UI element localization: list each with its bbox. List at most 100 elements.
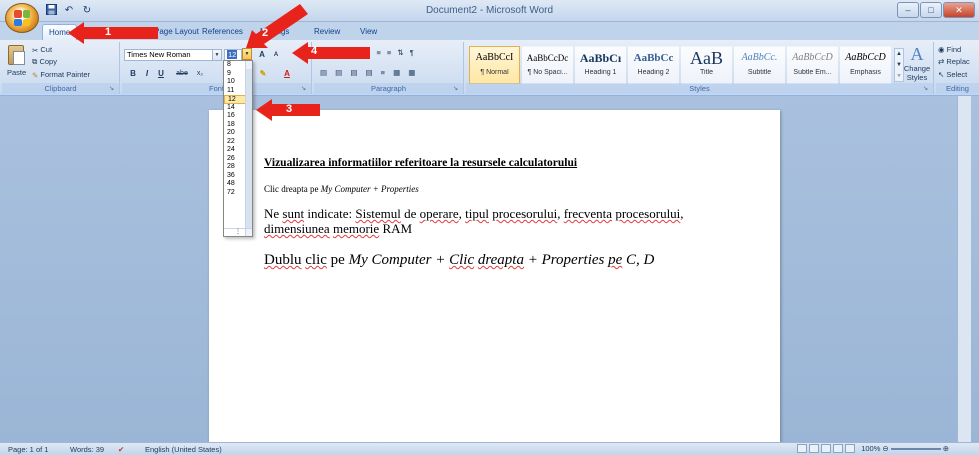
text-run: procesorului [615,206,681,221]
clipboard-launcher-icon[interactable]: ↘ [109,85,117,93]
doc-line2-prefix: Clic dreapta pe [264,184,321,194]
word-count[interactable]: Words: 39 [70,445,104,454]
print-layout-view-icon[interactable] [797,444,808,453]
text-run: dreapta [477,252,524,268]
zoom-in-icon[interactable]: ⊕ [943,444,949,453]
maximize-button[interactable]: □ [920,2,942,18]
format-painter-button[interactable]: ✎ Format Painter [32,70,90,80]
select-button[interactable]: ↖ Select [938,70,967,79]
grow-font-label: A [259,50,265,59]
paste-button-label[interactable]: Paste [7,68,26,77]
bold-button[interactable]: B [128,68,138,80]
window-controls: – □ ✕ [897,2,975,18]
change-styles-label-2: Styles [906,73,928,82]
draft-view-icon[interactable] [845,444,856,453]
ribbon: Paste ✂ Cut ⧉ Copy ✎ Format Painter Clip… [0,40,979,96]
select-icon: ↖ [938,70,945,79]
text-run: pe [608,252,623,268]
office-button[interactable] [5,3,39,33]
full-screen-view-icon[interactable] [809,444,820,453]
text-run: , [680,206,684,221]
outline-view-icon[interactable] [833,444,844,453]
styles-launcher-icon[interactable]: ↘ [923,85,931,93]
style-preview: AaBbCı [579,51,622,65]
style-name: Emphasis [850,69,881,76]
zoom-slider[interactable] [890,447,941,450]
scroll-thumb[interactable] [246,69,252,229]
replace-button[interactable]: ⇄ Replac [938,57,970,66]
vertical-scrollbar[interactable] [957,96,971,442]
change-styles-button[interactable]: A Change Styles [902,44,932,82]
font-name-dropdown-icon[interactable]: ▼ [212,50,221,60]
text-run: Sistemul [355,206,401,221]
copy-label: Copy [39,57,57,66]
text-run: C, D [622,252,655,268]
language-indicator[interactable]: English (United States) [145,445,222,454]
font-size-list-scrollbar[interactable] [245,61,252,236]
close-button[interactable]: ✕ [943,2,975,18]
text-run: Clic [449,252,475,268]
tab-review[interactable]: Review [308,24,346,40]
grow-font-button[interactable]: A [256,49,268,61]
text-run: operare [419,206,459,221]
page-count[interactable]: Page: 1 of 1 [8,445,48,454]
style-title[interactable]: AaB Title [681,46,732,84]
cut-button[interactable]: ✂ Cut [32,45,52,55]
zoom-out-icon[interactable]: ⊖ [882,444,888,453]
style-subtle-emphasis[interactable]: AaBbCcD Subtle Em... [787,46,838,84]
paste-icon[interactable] [8,45,25,65]
zoom-level[interactable]: 100% [861,444,880,453]
document-area: Vizualizarea informatiilor referitoare l… [0,96,979,450]
style-heading-1[interactable]: AaBbCı Heading 1 [575,46,626,84]
tab-references[interactable]: References [196,24,249,40]
copy-button[interactable]: ⧉ Copy [32,57,57,67]
clipboard-group: Paste ✂ Cut ⧉ Copy ✎ Format Painter Clip… [2,42,120,94]
italic-button[interactable]: I [142,68,152,80]
status-bar: Page: 1 of 1 Words: 39 ✔ English (United… [0,442,979,455]
font-launcher-icon[interactable]: ↘ [301,85,309,93]
font-size-list[interactable]: 8 9 10 11 12 14 16 18 20 22 24 26 28 36 48 72 ⋮ [223,60,253,237]
style-name: Title [700,69,713,76]
title-bar: ↶ ↻ Document2 - Microsoft Word – □ ✕ [0,0,979,22]
minimize-button[interactable]: – [897,2,919,18]
text-run: + Properties [523,252,609,268]
highlight-icon[interactable]: ✎ [256,68,270,80]
style-preview: AaBbCcD [845,52,886,63]
brush-icon: ✎ [32,70,39,80]
text-run: Dublu [264,252,302,268]
style-name: Subtitle [747,69,772,76]
text-run: Ne [264,206,283,221]
web-layout-view-icon[interactable] [821,444,832,453]
resize-grip-icon[interactable]: ⋮ [224,228,252,236]
office-logo-icon [14,10,30,26]
style-emphasis[interactable]: AaBbCcD Emphasis [840,46,891,84]
paragraph-launcher-icon[interactable]: ↘ [453,85,461,93]
text-run: clic [305,252,327,268]
strikethrough-button[interactable]: abe [174,68,190,80]
subscript-button[interactable]: x₂ [194,68,206,80]
shrink-font-button[interactable]: A [270,49,282,61]
styles-group-label: Styles [466,83,933,94]
document-page[interactable]: Vizualizarea informatiilor referitoare l… [209,110,780,450]
list-buttons[interactable]: ≡ ≡ ≡ ⇅ ¶ [366,48,416,57]
text-run: My Computer + [348,252,450,268]
font-name-combo[interactable]: Times New Roman ▼ [124,49,222,61]
style-heading-2[interactable]: AaBbCc Heading 2 [628,46,679,84]
proofing-icon[interactable]: ✔ [118,445,124,454]
font-color-icon[interactable]: A [280,68,294,80]
style-preview: AaBbCc [633,52,674,64]
text-run: de [400,206,420,221]
replace-icon: ⇄ [938,57,945,66]
binoculars-icon: ◉ [938,45,945,54]
style-name: ¶ Normal [480,69,509,76]
style-normal[interactable]: AaBbCcI ¶ Normal [469,46,520,84]
style-name: Heading 2 [637,69,670,76]
find-button[interactable]: ◉ Find [938,45,961,54]
style-no-spacing[interactable]: AaBbCcDc ¶ No Spaci... [522,46,573,84]
align-buttons[interactable]: ▤ ▤ ▤ ▤ ≡ ▦ ▦ [320,68,418,77]
style-subtitle[interactable]: AaBbCc. Subtitle [734,46,785,84]
tab-view[interactable]: View [354,24,383,40]
doc-paragraph: Ne sunt indicate: Sistemul de operare, t… [264,206,694,236]
underline-button[interactable]: U [156,68,166,80]
font-size-dropdown-icon[interactable]: ▼ [242,48,252,60]
